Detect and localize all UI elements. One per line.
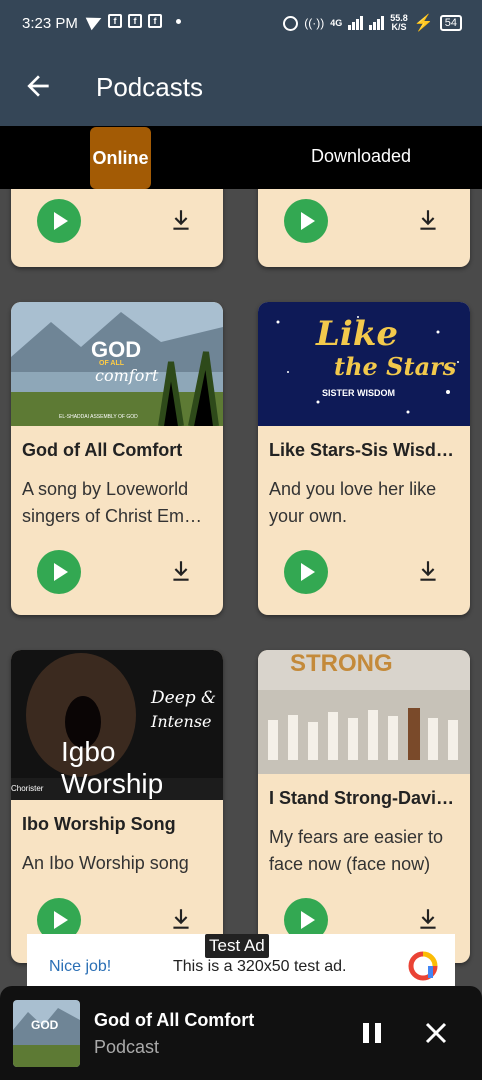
podcast-artwork: STRONG xyxy=(258,650,470,774)
podcast-card[interactable]: Like the Stars SISTER WISDOM Like Stars-… xyxy=(258,302,470,615)
play-button[interactable] xyxy=(37,550,81,594)
player-subtitle: Podcast xyxy=(94,1037,160,1057)
ad-logo-icon xyxy=(408,951,438,981)
artwork-text: Deep & xyxy=(151,688,217,708)
app-bar: Podcasts xyxy=(0,48,482,126)
play-button[interactable] xyxy=(37,199,81,243)
download-icon[interactable] xyxy=(415,558,441,584)
tab-downloaded[interactable]: Downloaded xyxy=(298,146,424,167)
artwork-text: Intense xyxy=(151,712,212,731)
speed-unit: K/S xyxy=(391,22,407,32)
mini-player[interactable]: GOD God of All Comfort Podcast xyxy=(0,986,482,1080)
podcast-card[interactable]: GOD OF ALL comfort EL-SHADDAI ASSEMBLY O… xyxy=(11,302,223,615)
podcast-grid[interactable]: GOD OF ALL comfort EL-SHADDAI ASSEMBLY O… xyxy=(0,189,482,986)
thumbnail-text: GOD xyxy=(31,1018,59,1032)
status-time: 3:23 PM xyxy=(22,15,78,32)
podcast-card[interactable] xyxy=(11,189,223,267)
facebook-icon: f xyxy=(148,14,162,28)
play-button[interactable] xyxy=(284,199,328,243)
ad-text: This is a 320x50 test ad. xyxy=(173,958,347,975)
artwork-text: EL-SHADDAI ASSEMBLY OF GOD xyxy=(59,414,138,420)
card-title: God of All Comfort xyxy=(22,440,183,460)
podcast-artwork: GOD OF ALL comfort EL-SHADDAI ASSEMBLY O… xyxy=(11,302,223,426)
card-title: Ibo Worship Song xyxy=(22,814,176,834)
artwork-text: SISTER WISDOM xyxy=(322,388,396,398)
card-description: My fears are easier to face now (face no… xyxy=(269,827,444,874)
download-icon[interactable] xyxy=(168,906,194,932)
download-icon[interactable] xyxy=(415,207,441,233)
podcast-card[interactable]: STRONG I Stand Strong-Davi… My fears are… xyxy=(258,650,470,963)
artwork-text: the Stars xyxy=(334,352,457,381)
artwork-text: Like xyxy=(316,314,399,354)
facebook-icon: f xyxy=(128,14,142,28)
facebook-icon: f xyxy=(108,14,122,28)
hotspot-icon: ((·)) xyxy=(304,16,325,30)
ad-nice-text: Nice job! xyxy=(49,958,112,975)
close-icon[interactable] xyxy=(424,1021,448,1045)
card-title: Like Stars-Sis Wisd… xyxy=(269,440,454,460)
podcast-card[interactable] xyxy=(258,189,470,267)
tab-bar: Online Downloaded xyxy=(0,126,482,189)
artwork-text: comfort xyxy=(95,366,159,385)
more-notifications-icon xyxy=(176,18,181,24)
player-title: God of All Comfort xyxy=(94,1010,255,1030)
artwork-text: Igbo Worship xyxy=(61,736,164,799)
signal-icon xyxy=(369,16,385,30)
podcast-card[interactable]: Deep & Intense Igbo Worship Chorister Ib… xyxy=(11,650,223,963)
pause-icon[interactable] xyxy=(362,1022,382,1044)
podcast-artwork: Like the Stars SISTER WISDOM xyxy=(258,302,470,426)
artwork-text: Chorister xyxy=(11,784,44,793)
card-description: An Ibo Worship song xyxy=(22,853,189,873)
alarm-icon xyxy=(283,15,299,31)
podcast-artwork: Deep & Intense Igbo Worship Chorister xyxy=(11,650,223,800)
battery-level: 54 xyxy=(439,15,462,31)
card-title: I Stand Strong-Davi… xyxy=(269,788,455,808)
test-ad-label: Test Ad xyxy=(205,934,269,958)
download-icon[interactable] xyxy=(415,906,441,932)
artwork-text: STRONG xyxy=(290,650,393,677)
download-icon[interactable] xyxy=(168,558,194,584)
player-thumbnail: GOD xyxy=(13,1000,80,1067)
card-description: A song by Loveworld singers of Christ Em… xyxy=(22,479,203,526)
download-icon[interactable] xyxy=(168,207,194,233)
card-description: And you love her like your own. xyxy=(269,479,437,526)
tab-online[interactable]: Online xyxy=(90,127,151,189)
network-gen: 4G xyxy=(330,17,343,28)
signal-icon xyxy=(348,16,364,30)
page-title: Podcasts xyxy=(96,72,203,102)
telegram-icon xyxy=(85,11,105,31)
charging-icon: ⚡ xyxy=(413,15,434,32)
arrow-left-icon[interactable] xyxy=(22,70,54,102)
status-bar: 3:23 PM f f f ((·)) 4G 55.8 K/S ⚡ 54 xyxy=(0,0,482,48)
play-button[interactable] xyxy=(284,550,328,594)
